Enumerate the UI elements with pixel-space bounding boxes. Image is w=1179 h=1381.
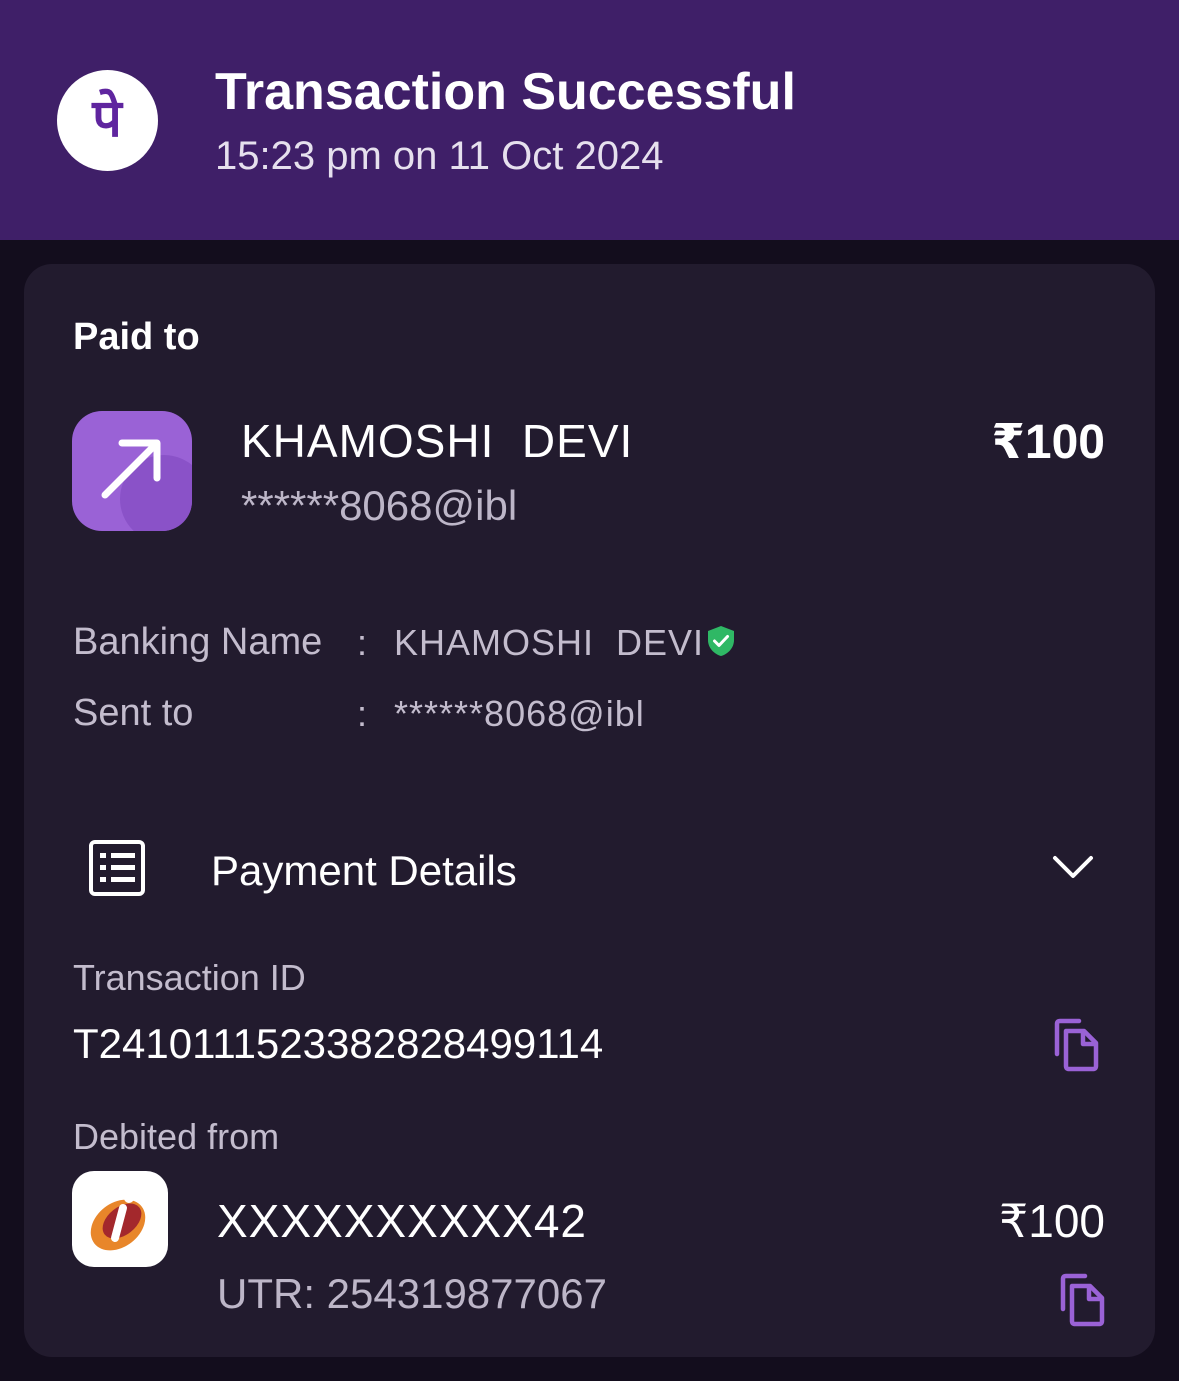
paid-to-label: Paid to: [73, 316, 200, 358]
debit-amount: ₹100: [998, 1195, 1105, 1247]
utr-number: UTR: 254319877067: [217, 1270, 607, 1317]
sent-to-value: ******8068@ibl: [394, 693, 645, 734]
transaction-id-label: Transaction ID: [73, 957, 306, 998]
transaction-details-card: Paid to KHAMOSHI DEVI ******8068@ibl ₹10…: [24, 264, 1155, 1357]
verified-shield-icon: [706, 625, 736, 657]
debit-account-number: XXXXXXXXXX42: [217, 1195, 587, 1247]
debited-from-label: Debited from: [73, 1116, 280, 1157]
phonepe-logo-glyph: पे: [91, 88, 124, 149]
payee-name: KHAMOSHI DEVI: [241, 415, 634, 467]
icici-bank-logo: [72, 1171, 168, 1267]
transaction-header: पे Transaction Successful 15:23 pm on 11…: [0, 0, 1179, 240]
transaction-id-value: T2410111523382828499114: [73, 1020, 604, 1067]
transaction-status-title: Transaction Successful: [215, 63, 796, 121]
banking-name-value: KHAMOSHI DEVI: [394, 622, 705, 663]
copy-transaction-id-icon[interactable]: [1051, 1018, 1101, 1072]
payee-amount: ₹100: [991, 416, 1105, 469]
chevron-down-icon[interactable]: [1050, 849, 1096, 885]
transaction-timestamp: 15:23 pm on 11 Oct 2024: [215, 134, 664, 178]
payment-details-toggle[interactable]: Payment Details: [211, 847, 517, 895]
banking-name-label: Banking Name: [73, 621, 323, 663]
payee-vpa: ******8068@ibl: [241, 482, 518, 529]
phonepe-logo-icon: पे: [57, 70, 158, 171]
sent-to-separator: :: [357, 693, 368, 734]
copy-utr-icon[interactable]: [1057, 1273, 1107, 1327]
banking-name-separator: :: [357, 622, 368, 663]
receipt-list-icon: [88, 839, 146, 897]
arrow-up-right-icon: [72, 411, 192, 531]
sent-to-label: Sent to: [73, 692, 194, 734]
